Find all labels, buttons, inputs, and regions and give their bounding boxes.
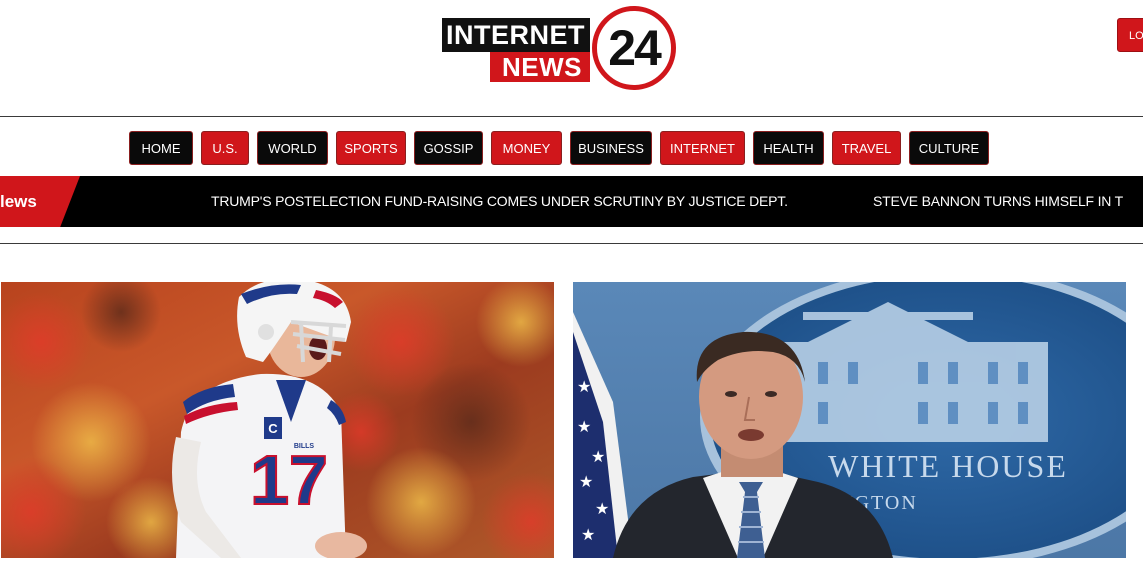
breaking-news-ticker: lews TRUMP'S POSTELECTION FUND-RAISING C… <box>0 176 1143 227</box>
nav-item-culture[interactable]: CULTURE <box>909 131 989 165</box>
nav-item-world[interactable]: WORLD <box>257 131 328 165</box>
nav-item-business[interactable]: BUSINESS <box>570 131 652 165</box>
sign-text: WHITE HOUSE <box>828 448 1068 484</box>
svg-text:★: ★ <box>579 472 593 491</box>
football-photo: C 17 BILLS <box>1 282 554 558</box>
ticker-headline[interactable]: TRUMP'S POSTELECTION FUND-RAISING COMES … <box>211 176 788 227</box>
svg-text:★: ★ <box>577 417 591 436</box>
svg-text:★: ★ <box>577 377 591 396</box>
jersey-number: 17 <box>250 441 328 519</box>
header-divider <box>0 116 1143 117</box>
nav-item-internet[interactable]: INTERNET <box>660 131 745 165</box>
nav-item-health[interactable]: HEALTH <box>753 131 824 165</box>
nav-item-travel[interactable]: TRAVEL <box>832 131 901 165</box>
ticker-headline[interactable]: STEVE BANNON TURNS HIMSELF IN T <box>873 176 1123 227</box>
ticker-divider <box>0 243 1143 244</box>
article-card-sports[interactable]: C 17 BILLS <box>1 282 554 558</box>
login-button[interactable]: LO <box>1117 18 1143 52</box>
ticker-label: lews <box>0 192 37 211</box>
nav-item-us[interactable]: U.S. <box>201 131 249 165</box>
ticker-label-badge: lews <box>0 176 80 227</box>
svg-text:★: ★ <box>581 525 595 544</box>
nav-item-gossip[interactable]: GOSSIP <box>414 131 483 165</box>
logo-number-badge: 24 <box>592 6 676 90</box>
logo-line1: INTERNET <box>442 18 590 52</box>
svg-text:★: ★ <box>591 447 605 466</box>
article-card-politics[interactable]: WHITE HOUSE NGTON ★ ★ ★ ★ ★ ★ <box>573 282 1126 558</box>
nav-item-money[interactable]: MONEY <box>491 131 562 165</box>
jersey-logo-text: BILLS <box>294 443 315 450</box>
nav-item-home[interactable]: HOME <box>129 131 193 165</box>
logo-line2: NEWS <box>490 52 590 82</box>
svg-text:C: C <box>268 421 278 436</box>
nav-item-sports[interactable]: SPORTS <box>336 131 406 165</box>
site-logo[interactable]: INTERNET NEWS 24 <box>442 2 682 98</box>
svg-text:★: ★ <box>595 499 609 518</box>
white-house-photo: WHITE HOUSE NGTON ★★★ ★★★ <box>573 282 1126 558</box>
